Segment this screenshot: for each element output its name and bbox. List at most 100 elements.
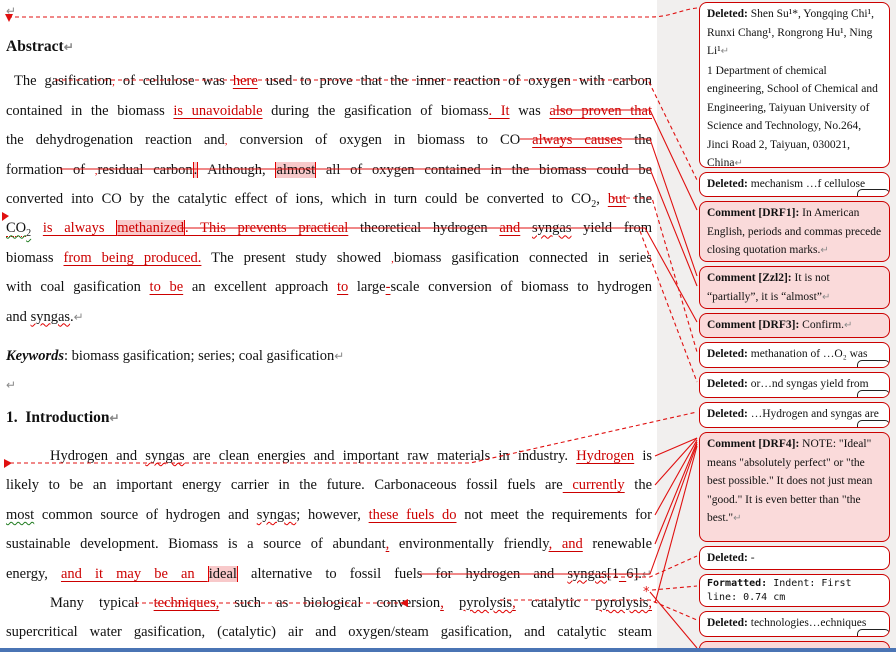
- text-segment: an excellent approach: [183, 279, 337, 295]
- document-line: with coal gasification to be an excellen…: [6, 273, 652, 302]
- text-segment: alternative to fossil fuels for hydrogen…: [238, 566, 567, 582]
- comment-balloon[interactable]: Comment [DRF3]: Confirm.↵: [699, 313, 890, 338]
- text-segment: and: [6, 309, 31, 325]
- text-segment: these fuels do: [369, 507, 457, 523]
- document-line: formation of ,residual carbon. Although,…: [6, 156, 652, 185]
- document-page[interactable]: ↵Abstract↵The gasification, of cellulose…: [0, 0, 657, 649]
- text-segment: during the gasification of biomass: [263, 103, 489, 119]
- formatted-balloon[interactable]: Formatted: Indent: First line: 0.74 cm: [699, 574, 890, 607]
- document-line: Many typical techniques, such as biologi…: [6, 589, 652, 618]
- pilcrow-mark: ↵: [64, 40, 74, 54]
- document-line: ↵: [6, 371, 652, 400]
- balloon-prefix: Formatted:: [707, 578, 773, 589]
- text-segment: 6].: [626, 566, 642, 582]
- deleted-balloon[interactable]: Deleted: Shen Su¹*, Yongqing Chi¹, Runxi…: [699, 2, 890, 168]
- text-segment: contained in the biomass: [6, 103, 173, 119]
- document-line: CO2 is always methanized. This prevents …: [6, 214, 652, 243]
- text-segment: [1: [607, 566, 619, 582]
- comment-anchor-highlight: ideal: [208, 566, 238, 582]
- document-line: the dehydrogenation reaction and, conver…: [6, 126, 652, 155]
- balloon-overflow-button[interactable]: . . .: [857, 629, 890, 637]
- text-segment: is unavoidable: [173, 103, 262, 119]
- text-segment: are clean energies and important raw mat…: [185, 448, 576, 464]
- text-segment: converted into CO by the catalytic effec…: [6, 191, 591, 207]
- deleted-balloon[interactable]: Deleted: methanation of …O₂ was. . .: [699, 342, 890, 368]
- text-segment: common source of hydrogen and: [34, 507, 257, 523]
- pilcrow-mark: ↵: [6, 378, 16, 392]
- deleted-balloon[interactable]: Deleted: -: [699, 546, 890, 570]
- document-line: biomass from being produced. The present…: [6, 244, 652, 273]
- document-text[interactable]: ↵Abstract↵The gasification, of cellulose…: [6, 0, 652, 648]
- text-segment: most: [6, 507, 34, 523]
- balloon-overflow-button[interactable]: . . .: [857, 189, 890, 197]
- text-segment: ,: [596, 191, 608, 207]
- text-segment: . This prevents practical: [185, 220, 348, 236]
- text-segment: , and: [549, 536, 583, 552]
- text-segment: environmentally friendly: [389, 536, 548, 552]
- text-segment: energy,: [6, 566, 61, 582]
- balloon-prefix: Deleted:: [707, 378, 751, 390]
- text-segment: large: [348, 279, 385, 295]
- balloon-prefix: Comment [DRF4]:: [707, 438, 802, 450]
- text-segment: used to prove that the inner reaction of…: [258, 73, 652, 89]
- balloon-prefix: Deleted:: [707, 348, 751, 360]
- text-segment: of cellulose was: [115, 73, 233, 89]
- text-segment: syngas: [257, 507, 296, 523]
- document-line: energy, and it may be an ideal alternati…: [6, 560, 652, 589]
- pilcrow-mark: ↵: [820, 245, 828, 256]
- text-segment: Abstract: [6, 38, 64, 55]
- text-segment: The present study showed: [201, 250, 391, 266]
- comment-balloon[interactable]: Comment [DRF1]: In American English, per…: [699, 201, 890, 262]
- window-bottom-gap: [0, 652, 896, 657]
- balloon-prefix: Comment [Zzl2]:: [707, 272, 795, 284]
- pilcrow-mark: ↵: [110, 411, 120, 425]
- balloon-overflow-button[interactable]: . . .: [857, 420, 890, 428]
- text-segment: pyrolysis: [459, 595, 512, 611]
- text-segment: the dehydrogenation reaction and: [6, 132, 225, 148]
- text-segment: likely to be an important energy carrier…: [6, 477, 563, 493]
- text-segment: the: [626, 191, 652, 207]
- text-segment: yield from: [571, 220, 652, 236]
- text-segment: but: [608, 191, 627, 207]
- text-segment: [31, 220, 43, 236]
- text-segment: pyrolysis: [595, 595, 648, 611]
- document-line: most common source of hydrogen and synga…: [6, 501, 652, 530]
- text-segment: sustainable development. Biomass is a so…: [6, 536, 386, 552]
- text-segment: the: [622, 132, 652, 148]
- deleted-balloon[interactable]: Deleted: technologies…echniques. . .: [699, 611, 890, 637]
- document-line: Hydrogen and syngas are clean energies a…: [6, 442, 652, 471]
- document-line: converted into CO by the catalytic effec…: [6, 185, 652, 214]
- introduction-heading: 1. Introduction↵: [6, 403, 652, 432]
- pilcrow-mark: ↵: [733, 513, 741, 524]
- text-segment: the: [625, 477, 652, 493]
- text-segment: renewable: [583, 536, 652, 552]
- text-segment: Hydrogen and: [50, 448, 145, 464]
- text-segment: techniques,: [154, 595, 220, 611]
- pilcrow-mark: ↵: [642, 567, 652, 581]
- comment-anchor-highlight: almost: [275, 162, 316, 178]
- deleted-balloon[interactable]: Deleted: mechanism …f cellulose was. . .: [699, 172, 890, 197]
- comment-balloon[interactable]: Comment [DRF4]: NOTE: "Ideal" means "abs…: [699, 432, 890, 542]
- balloon-overflow-button[interactable]: . . .: [857, 390, 890, 398]
- text-segment: here: [233, 73, 258, 89]
- text-segment: all of oxygen contained in the biomass c…: [316, 162, 652, 178]
- top-pilcrow-line: ↵: [6, 0, 652, 22]
- text-segment: Hydrogen: [576, 448, 634, 464]
- text-segment: and it may be an: [61, 566, 208, 582]
- balloon-prefix: Deleted:: [707, 552, 751, 564]
- comment-balloon[interactable]: Comment [Zzl2]: It is not “partially”, i…: [699, 266, 890, 309]
- word-review-window: ↵Abstract↵The gasification, of cellulose…: [0, 0, 896, 657]
- comment-anchor-highlight: methanized: [116, 220, 185, 236]
- text-segment: supercritical water gasification, (catal…: [6, 624, 652, 640]
- text-segment: is always: [43, 220, 116, 236]
- text-segment: [520, 220, 532, 236]
- document-line: The gasification, of cellulose was here …: [6, 67, 652, 96]
- deleted-balloon[interactable]: Deleted: …Hydrogen and syngas are. . .: [699, 402, 890, 428]
- balloon-overflow-button[interactable]: . . .: [857, 360, 890, 368]
- text-segment: from being produced.: [64, 250, 202, 266]
- deleted-balloon[interactable]: Deleted: or…nd syngas yield from. . .: [699, 372, 890, 398]
- text-segment: with coal gasification: [6, 279, 150, 295]
- balloon-prefix: Deleted:: [707, 178, 751, 190]
- document-line: supercritical water gasification, (catal…: [6, 618, 652, 647]
- text-segment: : biomass gasification; series; coal gas…: [64, 348, 334, 364]
